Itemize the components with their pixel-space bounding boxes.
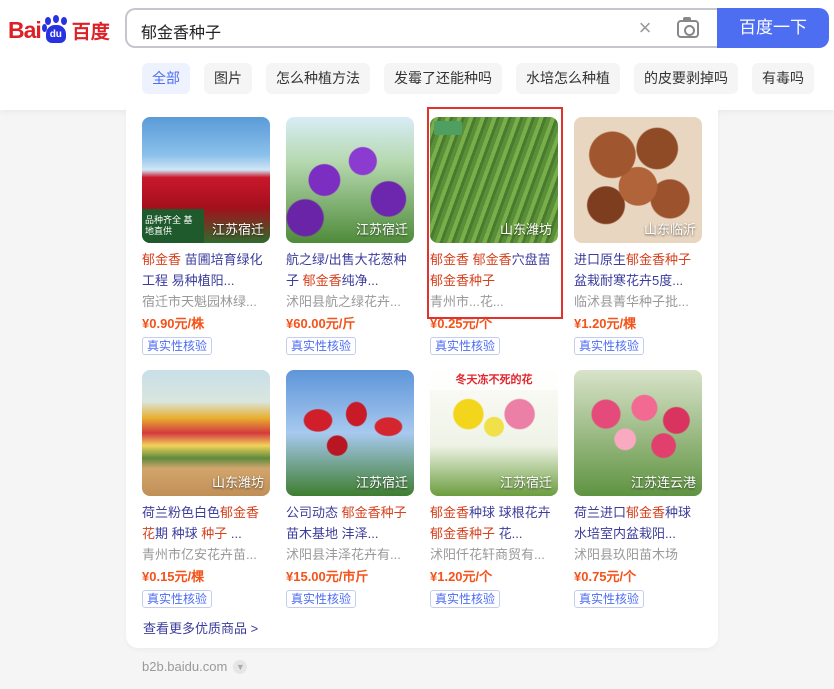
product-title[interactable]: 荷兰进口郁金香种球 水培室内盆栽阳... bbox=[574, 502, 702, 544]
shop-name[interactable]: 沭阳县玖阳苗木场 bbox=[574, 544, 702, 566]
verify-badge[interactable]: 真实性核验 bbox=[286, 590, 357, 608]
tab-0[interactable]: 全部 bbox=[142, 63, 190, 94]
title-text: 期 种球 bbox=[155, 526, 202, 541]
product-location: 江苏宿迁 bbox=[211, 222, 264, 237]
product-price: ¥1.20元/个 bbox=[430, 569, 493, 584]
title-text: 公司动态 bbox=[286, 505, 342, 520]
verify-badge[interactable]: 真实性核验 bbox=[286, 337, 357, 355]
title-text: 纯净... bbox=[341, 273, 379, 288]
footer: b2b.baidu.com ▼ bbox=[142, 659, 248, 674]
search-tabs: 全部 图片 怎么种植方法 发霉了还能种吗 水培怎么种植 的皮要剥掉吗 有毒吗 bbox=[142, 63, 814, 94]
product-location: 江苏宿迁 bbox=[499, 475, 552, 490]
verify-badge[interactable]: 真实性核验 bbox=[142, 590, 213, 608]
product-item[interactable]: 山东潍坊荷兰粉色白色郁金香花期 种球 种子 ... 青州市亿安花卉苗... ¥0.1… bbox=[142, 370, 270, 608]
product-item[interactable]: 江苏宿迁 公司动态 郁金香种子 苗木基地 沣泽... 沭阳县沣泽花卉有... ¥15.… bbox=[286, 370, 414, 608]
product-image[interactable]: 冬天冻不死的花江苏宿迁 bbox=[430, 370, 558, 496]
product-image[interactable]: 江苏宿迁 bbox=[286, 370, 414, 496]
shop-name[interactable]: 宿迁市天魁园林绿... bbox=[142, 291, 270, 313]
search-input[interactable]: 郁金香种子 bbox=[141, 19, 221, 43]
tab-1[interactable]: 图片 bbox=[204, 63, 252, 94]
more-products-link[interactable]: 查看更多优质商品 > bbox=[143, 618, 258, 637]
product-price: ¥1.20元/棵 bbox=[574, 316, 637, 331]
logo-text-cn: 百度 bbox=[71, 20, 110, 43]
shop-name[interactable]: 青州市亿安花卉苗... bbox=[142, 544, 270, 566]
title-keyword: 郁金香 bbox=[302, 273, 342, 288]
search-button[interactable]: 百度一下 bbox=[717, 8, 829, 48]
product-title[interactable]: 郁金香种球 球根花卉 郁金香种子 花... bbox=[430, 502, 558, 544]
tab-5[interactable]: 的皮要剥掉吗 bbox=[634, 63, 738, 94]
product-location: 山东临沂 bbox=[643, 222, 696, 237]
title-text: 进口原生 bbox=[574, 252, 627, 267]
product-image[interactable]: 品种齐全 基地直供 江苏宿迁 bbox=[142, 117, 270, 243]
verify-badge[interactable]: 真实性核验 bbox=[574, 590, 645, 608]
shop-name[interactable]: 沭阳仟花轩商贸有... bbox=[430, 544, 558, 566]
shop-name[interactable]: 沭阳县航之绿花卉... bbox=[286, 291, 414, 313]
verify-badge[interactable]: 真实性核验 bbox=[574, 337, 645, 355]
product-image[interactable]: 江苏连云港 bbox=[574, 370, 702, 496]
image-tag: 品种齐全 基地直供 bbox=[142, 209, 204, 243]
product-item[interactable]: 品种齐全 基地直供 江苏宿迁郁金香 苗圃培育绿化工程 易种植阳... 宿迁市天魁园林… bbox=[142, 117, 270, 355]
title-text: ... bbox=[227, 526, 242, 541]
tab-2[interactable]: 怎么种植方法 bbox=[266, 63, 370, 94]
product-location: 江苏连云港 bbox=[630, 475, 696, 490]
title-keyword: 郁金香种子 bbox=[626, 252, 692, 267]
camera-icon[interactable] bbox=[677, 17, 699, 38]
product-price: ¥0.90元/株 bbox=[142, 316, 205, 331]
product-price: ¥0.15元/棵 bbox=[142, 569, 205, 584]
product-item[interactable]: 江苏连云港荷兰进口郁金香种球 水培室内盆栽阳... 沭阳县玖阳苗木场 ¥0.75元/… bbox=[574, 370, 702, 608]
title-keyword: 郁金香种子 bbox=[341, 505, 407, 520]
title-text: 苗木基地 沣泽... bbox=[286, 526, 379, 541]
product-location: 江苏宿迁 bbox=[355, 475, 408, 490]
tab-6[interactable]: 有毒吗 bbox=[752, 63, 814, 94]
title-keyword: 郁金香种子 bbox=[430, 526, 496, 541]
title-keyword: 郁金香 bbox=[430, 505, 470, 520]
product-image[interactable]: 山东临沂 bbox=[574, 117, 702, 243]
footer-domain[interactable]: b2b.baidu.com bbox=[142, 659, 227, 674]
clear-icon[interactable]: × bbox=[635, 17, 655, 39]
title-text: 荷兰进口 bbox=[574, 505, 627, 520]
product-item[interactable]: 山东临沂 进口原生郁金香种子 盆栽耐寒花卉5度... 临沭县菁华种子批... ¥1.2… bbox=[574, 117, 702, 355]
baidu-logo[interactable]: Bai du 百度 bbox=[8, 12, 112, 48]
paw-icon: du bbox=[41, 15, 70, 45]
search-box[interactable]: 郁金香种子 × bbox=[125, 8, 718, 48]
image-banner: 冬天冻不死的花 bbox=[430, 370, 558, 390]
highlight-box bbox=[427, 107, 563, 319]
product-title[interactable]: 郁金香 苗圃培育绿化工程 易种植阳... bbox=[142, 249, 270, 291]
shop-name[interactable]: 临沭县菁华种子批... bbox=[574, 291, 702, 313]
tab-4[interactable]: 水培怎么种植 bbox=[516, 63, 620, 94]
tab-3[interactable]: 发霉了还能种吗 bbox=[384, 63, 502, 94]
product-item[interactable]: 江苏宿迁航之绿/出售大花葱种子 郁金香纯净... 沭阳县航之绿花卉... ¥60.0… bbox=[286, 117, 414, 355]
product-image[interactable]: 山东潍坊 bbox=[142, 370, 270, 496]
verify-badge[interactable]: 真实性核验 bbox=[430, 590, 501, 608]
product-title[interactable]: 荷兰粉色白色郁金香花期 种球 种子 ... bbox=[142, 502, 270, 544]
title-keyword: 种子 bbox=[201, 526, 228, 541]
product-image[interactable]: 江苏宿迁 bbox=[286, 117, 414, 243]
verify-badge[interactable]: 真实性核验 bbox=[430, 337, 501, 355]
product-location: 江苏宿迁 bbox=[355, 222, 408, 237]
title-text: 荷兰粉色白色 bbox=[142, 505, 221, 520]
product-item[interactable]: 冬天冻不死的花 江苏宿迁 郁金香种球 球根花卉 郁金香种子 花... 沭阳仟花轩商贸有… bbox=[430, 370, 558, 608]
title-text: 花... bbox=[495, 526, 523, 541]
product-title[interactable]: 进口原生郁金香种子 盆栽耐寒花卉5度... bbox=[574, 249, 702, 291]
product-title[interactable]: 航之绿/出售大花葱种子 郁金香纯净... bbox=[286, 249, 414, 291]
product-price: ¥15.00元/市斤 bbox=[286, 569, 369, 584]
logo-text-bai: Bai bbox=[8, 16, 42, 43]
title-text: 种球 球根花卉 bbox=[469, 505, 551, 520]
header: Bai du 百度 郁金香种子 × 百度一下 全部 图片 怎么种植方法 发霉了还能种吗… bbox=[0, 0, 834, 110]
title-text: 盆栽耐寒花卉5度... bbox=[574, 273, 684, 288]
chevron-down-icon[interactable]: ▼ bbox=[233, 659, 248, 674]
title-keyword: 郁金香 bbox=[142, 252, 182, 267]
title-keyword: 郁金香 bbox=[626, 505, 666, 520]
shop-name[interactable]: 沭阳县沣泽花卉有... bbox=[286, 544, 414, 566]
product-title[interactable]: 公司动态 郁金香种子 苗木基地 沣泽... bbox=[286, 502, 414, 544]
product-price: ¥0.75元/个 bbox=[574, 569, 637, 584]
product-location: 山东潍坊 bbox=[211, 475, 264, 490]
verify-badge[interactable]: 真实性核验 bbox=[142, 337, 213, 355]
product-price: ¥60.00元/斤 bbox=[286, 316, 356, 331]
logo-text-du: du bbox=[45, 25, 66, 43]
